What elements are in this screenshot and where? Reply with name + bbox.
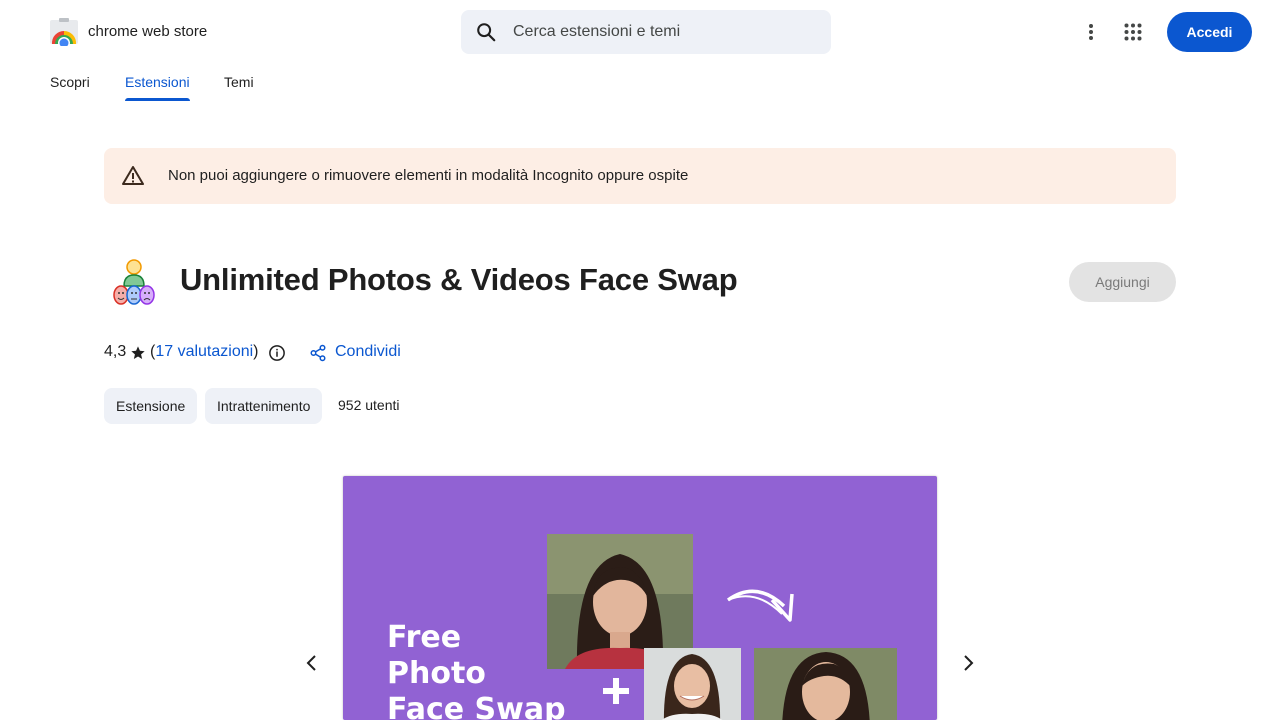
incognito-warning-banner: Non puoi aggiungere o rimuovere elementi… — [104, 148, 1176, 204]
plus-icon — [601, 676, 631, 706]
target-photo-one — [644, 648, 741, 720]
chip-extension[interactable]: Estensione — [104, 388, 198, 424]
swap-arrow-icon — [726, 580, 796, 625]
banner-message: Non puoi aggiungere o rimuovere elementi… — [168, 167, 689, 184]
chrome-web-store-logo-icon[interactable] — [49, 18, 79, 49]
star-icon — [130, 345, 146, 361]
search-input[interactable] — [513, 10, 813, 54]
more-options-icon[interactable] — [1078, 18, 1104, 46]
carousel-next-icon[interactable] — [956, 651, 980, 675]
google-apps-icon[interactable] — [1120, 18, 1146, 46]
search-icon[interactable] — [475, 21, 497, 43]
search-box[interactable] — [461, 10, 831, 54]
share-icon — [309, 344, 327, 362]
store-name[interactable]: chrome web store — [88, 23, 207, 40]
share-label: Condividi — [335, 343, 401, 360]
reviews-link[interactable]: 17 valutazioni — [155, 343, 253, 360]
carousel-prev-icon[interactable] — [300, 651, 324, 675]
tab-themes[interactable]: Temi — [224, 74, 254, 90]
sign-in-button[interactable]: Accedi — [1167, 12, 1252, 52]
slide-headline: Free Photo Face Swap — [387, 620, 566, 720]
extension-title: Unlimited Photos & Videos Face Swap — [180, 262, 738, 297]
tab-discover[interactable]: Scopri — [50, 74, 90, 90]
user-count: 952 utenti — [338, 397, 400, 413]
rating-value: 4,3 — [104, 343, 127, 360]
extension-logo-icon — [108, 256, 160, 308]
target-photo-two — [754, 648, 897, 720]
info-icon[interactable] — [268, 344, 286, 362]
top-bar: chrome web store Accedi — [0, 0, 1280, 64]
warning-icon — [121, 164, 145, 188]
tab-extensions[interactable]: Estensioni — [125, 74, 190, 90]
active-tab-indicator — [125, 98, 190, 101]
add-to-chrome-button[interactable]: Aggiungi — [1069, 262, 1176, 302]
chip-category[interactable]: Intrattenimento — [205, 388, 323, 424]
screenshot-slide[interactable]: Free Photo Face Swap — [343, 476, 937, 720]
reviews-count: (17 valutazioni) — [150, 343, 259, 360]
